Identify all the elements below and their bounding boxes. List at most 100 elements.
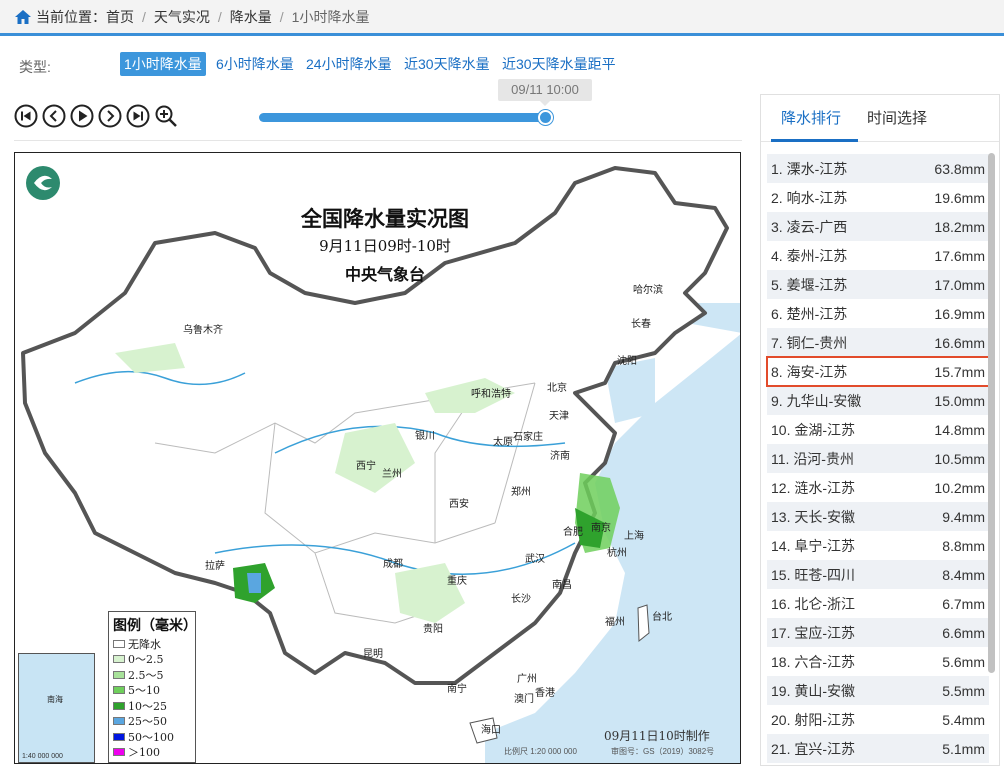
legend-swatch [113,670,125,679]
ranking-row[interactable]: 13. 天长-安徽 9.4mm [767,502,989,531]
ranking-row[interactable]: 9. 九华山-安徽 15.0mm [767,386,989,415]
breadcrumb-precipitation[interactable]: 降水量 [230,7,272,27]
time-slider-handle[interactable] [538,110,553,125]
next-icon[interactable] [98,104,122,128]
city-label: 南昌 [552,580,572,591]
station-name: 1. 溧水-江苏 [771,160,848,177]
station-name: 16. 北仑-浙江 [771,595,856,612]
ranking-row[interactable]: 12. 涟水-江苏 10.2mm [767,473,989,502]
time-slider-track[interactable] [259,113,546,122]
ranking-row[interactable]: 15. 旺苍-四川 8.4mm [767,560,989,589]
station-name: 7. 铜仁-贵州 [771,334,848,351]
player-controls [14,104,178,128]
cma-logo-icon [26,166,60,200]
station-name: 17. 宝应-江苏 [771,624,856,641]
city-label: 上海 [624,531,644,542]
legend-swatch [113,701,125,710]
type-tab-1h[interactable]: 1小时降水量 [120,52,206,76]
first-icon[interactable] [14,104,38,128]
ranking-row[interactable]: 3. 凌云-广西 18.2mm [767,212,989,241]
station-name: 20. 射阳-江苏 [771,711,856,728]
station-name: 2. 响水-江苏 [771,189,848,206]
city-label: 银川 [415,431,435,442]
ranking-row[interactable]: 1. 溧水-江苏 63.8mm [767,154,989,183]
last-icon[interactable] [126,104,150,128]
map-legend: 图例（毫米） 无降水 0～2.5 2.5～5 5～10 10～25 25～50 50～100… [108,611,197,763]
legend-item: 2.5～5 [113,667,191,683]
breadcrumb-home[interactable]: 首页 [106,7,134,27]
city-label: 广州 [517,674,537,685]
city-label: 澳门 [514,694,534,705]
map-review-number: 审图号：GS（2019）3082号 [611,747,715,756]
ranking-row[interactable]: 11. 沿河-贵州 10.5mm [767,444,989,473]
station-name: 5. 姜堰-江苏 [771,276,848,293]
legend-label: 50～100 [128,730,174,744]
inset-sea-label: 南海 [47,695,63,704]
precip-value: 15.0mm [934,392,985,409]
station-name: 6. 楚州-江苏 [771,305,848,322]
ranking-row[interactable]: 2. 响水-江苏 19.6mm [767,183,989,212]
city-label: 兰州 [382,469,402,480]
ranking-row[interactable]: 17. 宝应-江苏 6.6mm [767,618,989,647]
breadcrumb-separator: / [279,8,284,25]
ranking-row[interactable]: 8. 海安-江苏 15.7mm [766,356,990,387]
breadcrumb-separator: / [142,8,146,25]
precip-value: 8.8mm [942,537,985,554]
inset-scale: 1:40 000 000 [22,753,63,760]
city-label: 济南 [550,451,570,462]
city-label: 哈尔滨 [633,285,663,296]
type-tab-24h[interactable]: 24小时降水量 [302,52,396,76]
ranking-row[interactable]: 14. 阜宁-江苏 8.8mm [767,531,989,560]
ranking-row[interactable]: 19. 黄山-安徽 5.5mm [767,676,989,705]
city-label: 福州 [605,617,625,628]
station-name: 4. 泰州-江苏 [771,247,848,264]
legend-label: 25～50 [128,715,167,729]
type-tab-30d[interactable]: 近30天降水量 [400,52,494,76]
ranking-row[interactable]: 21. 宜兴-江苏 5.1mm [767,734,989,763]
station-name: 9. 九华山-安徽 [771,392,862,409]
city-label: 长沙 [511,594,531,605]
type-tab-6h[interactable]: 6小时降水量 [212,52,298,76]
station-name: 19. 黄山-安徽 [771,682,856,699]
prev-icon[interactable] [42,104,66,128]
precip-value: 10.2mm [934,479,985,496]
breadcrumb-weather-observation[interactable]: 天气实况 [154,7,210,27]
ranking-row[interactable]: 20. 射阳-江苏 5.4mm [767,705,989,734]
ranking-row[interactable]: 18. 六合-江苏 5.6mm [767,647,989,676]
legend-label: 10～25 [128,699,167,713]
ranking-row[interactable]: 4. 泰州-江苏 17.6mm [767,241,989,270]
station-name: 14. 阜宁-江苏 [771,537,856,554]
legend-item: 50～100 [113,729,191,745]
play-icon[interactable] [70,104,94,128]
legend-label: 5～10 [128,684,160,698]
precipitation-map[interactable]: 全国降水量实况图 9月11日09时-10时 中央气象台 乌鲁木齐 哈尔滨 长春 … [14,152,741,764]
tab-time-select[interactable]: 时间选择 [867,107,927,128]
city-label: 南京 [591,523,611,534]
station-name: 11. 沿河-贵州 [771,450,854,467]
ranking-row[interactable]: 5. 姜堰-江苏 17.0mm [767,270,989,299]
ranking-row[interactable]: 6. 楚州-江苏 16.9mm [767,299,989,328]
ranking-panel: 降水排行 时间选择 1. 溧水-江苏 63.8mm 2. 响水-江苏 19.6mm 3.… [760,94,1000,766]
ranking-row[interactable]: 10. 金湖-江苏 14.8mm [767,415,989,444]
home-icon[interactable] [14,8,32,26]
legend-swatch [113,655,125,664]
legend-item: 25～50 [113,714,191,730]
ranking-row[interactable]: 16. 北仑-浙江 6.7mm [767,589,989,618]
ranking-row[interactable]: 7. 铜仁-贵州 16.6mm [767,328,989,357]
legend-swatch [113,639,125,648]
legend-item: 0～2.5 [113,652,191,668]
type-tab-30d-anomaly[interactable]: 近30天降水量距平 [498,52,620,76]
station-name: 18. 六合-江苏 [771,653,856,670]
station-name: 10. 金湖-江苏 [771,421,856,438]
city-label: 沈阳 [617,356,637,367]
precip-value: 6.6mm [942,624,985,641]
precip-value: 8.4mm [942,566,985,583]
legend-item: 无降水 [113,636,191,652]
tab-precip-ranking[interactable]: 降水排行 [781,107,841,128]
zoom-in-icon[interactable] [154,104,178,128]
legend-swatch [113,748,125,757]
ranking-scrollbar[interactable] [988,153,995,673]
breadcrumb-separator: / [217,8,222,25]
legend-item: 5～10 [113,683,191,699]
city-label: 天津 [549,411,569,422]
